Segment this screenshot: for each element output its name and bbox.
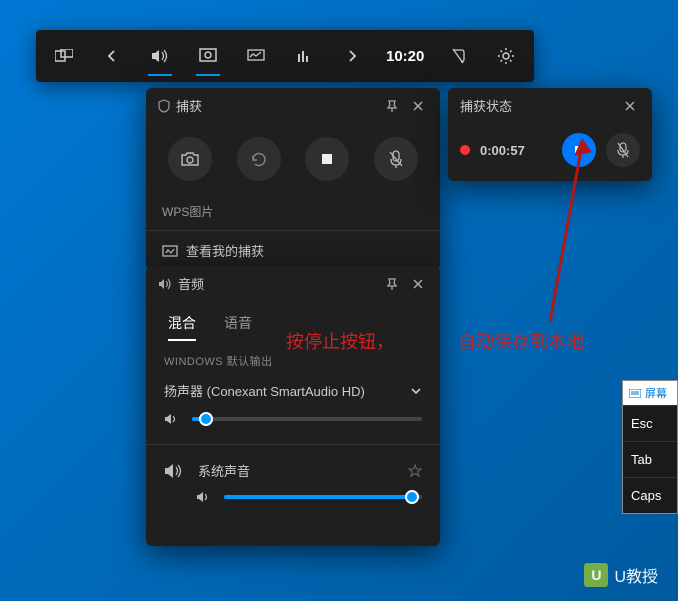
capture-app-label: WPS图片 <box>146 197 440 230</box>
record-last-button[interactable] <box>237 137 281 181</box>
system-sound-label: 系统声音 <box>198 461 394 480</box>
xbox-social-icon[interactable] <box>280 34 328 78</box>
watermark-text: U教授 <box>614 563 658 587</box>
mic-toggle-button[interactable] <box>374 137 418 181</box>
capture-title: 捕获 <box>176 96 202 115</box>
close-icon[interactable] <box>408 278 428 290</box>
tab-mix[interactable]: 混合 <box>168 307 196 341</box>
performance-icon[interactable] <box>232 34 280 78</box>
osk-title: 屏幕 <box>623 381 677 405</box>
capture-status-panel: 捕获状态 0:00:57 <box>448 88 652 181</box>
star-icon[interactable] <box>408 464 422 478</box>
audio-panel: 音频 混合 语音 WINDOWS 默认输出 扬声器 (Conexant Smar… <box>146 266 440 546</box>
stop-record-button[interactable] <box>305 137 349 181</box>
no-capture-icon[interactable] <box>434 34 482 78</box>
screenshot-button[interactable] <box>168 137 212 181</box>
gallery-icon <box>162 245 178 257</box>
onscreen-keyboard: 屏幕 Esc Tab Caps <box>622 380 678 514</box>
pin-icon[interactable] <box>382 277 402 291</box>
speaker-volume-slider[interactable] <box>192 417 422 421</box>
watermark: U U教授 <box>584 563 658 587</box>
status-body: 0:00:57 <box>448 123 652 181</box>
chevron-down-icon <box>410 387 422 395</box>
capture-button-row <box>146 123 440 197</box>
gamebar-clock: 10:20 <box>376 48 434 65</box>
view-captures-label: 查看我的捕获 <box>186 241 264 260</box>
recording-dot-icon <box>460 145 470 155</box>
mic-mute-button[interactable] <box>606 133 640 167</box>
pin-icon[interactable] <box>382 99 402 113</box>
capture-header: 捕获 <box>146 88 440 123</box>
close-icon[interactable] <box>408 100 428 112</box>
stop-recording-button[interactable] <box>562 133 596 167</box>
capture-panel: 捕获 WPS图片 查看我的捕获 <box>146 88 440 270</box>
close-icon[interactable] <box>620 100 640 112</box>
settings-icon[interactable] <box>482 34 530 78</box>
next-icon[interactable] <box>328 34 376 78</box>
speaker-icon <box>164 412 180 426</box>
shield-icon <box>158 99 170 113</box>
widgets-icon[interactable] <box>40 34 88 78</box>
gamebar-toolbar: 10:20 <box>36 30 534 82</box>
osk-key-esc[interactable]: Esc <box>623 405 677 441</box>
system-sound-row: 系统声音 <box>146 449 440 484</box>
audio-title: 音频 <box>178 274 204 293</box>
audio-icon[interactable] <box>136 34 184 78</box>
recording-timer: 0:00:57 <box>480 143 552 158</box>
speaker-icon <box>164 462 184 480</box>
output-device-row[interactable]: 扬声器 (Conexant SmartAudio HD) <box>146 375 440 406</box>
status-title: 捕获状态 <box>460 96 512 115</box>
audio-header-icon <box>158 278 172 290</box>
osk-key-tab[interactable]: Tab <box>623 441 677 477</box>
speaker-volume-row <box>146 406 440 440</box>
tab-voice[interactable]: 语音 <box>224 307 252 341</box>
annotation-press-stop: 按停止按钮， <box>286 328 394 354</box>
osk-key-caps[interactable]: Caps <box>623 477 677 513</box>
output-device-name: 扬声器 (Conexant SmartAudio HD) <box>164 381 365 400</box>
prev-icon[interactable] <box>88 34 136 78</box>
system-volume-row <box>146 484 440 518</box>
view-captures-link[interactable]: 查看我的捕获 <box>146 230 440 270</box>
annotation-auto-save: 自动保存到本地 <box>458 328 584 354</box>
watermark-icon: U <box>584 563 608 587</box>
status-header: 捕获状态 <box>448 88 652 123</box>
divider <box>146 444 440 445</box>
speaker-icon <box>196 490 212 504</box>
audio-header: 音频 <box>146 266 440 301</box>
system-volume-slider[interactable] <box>224 495 422 499</box>
capture-icon[interactable] <box>184 34 232 78</box>
